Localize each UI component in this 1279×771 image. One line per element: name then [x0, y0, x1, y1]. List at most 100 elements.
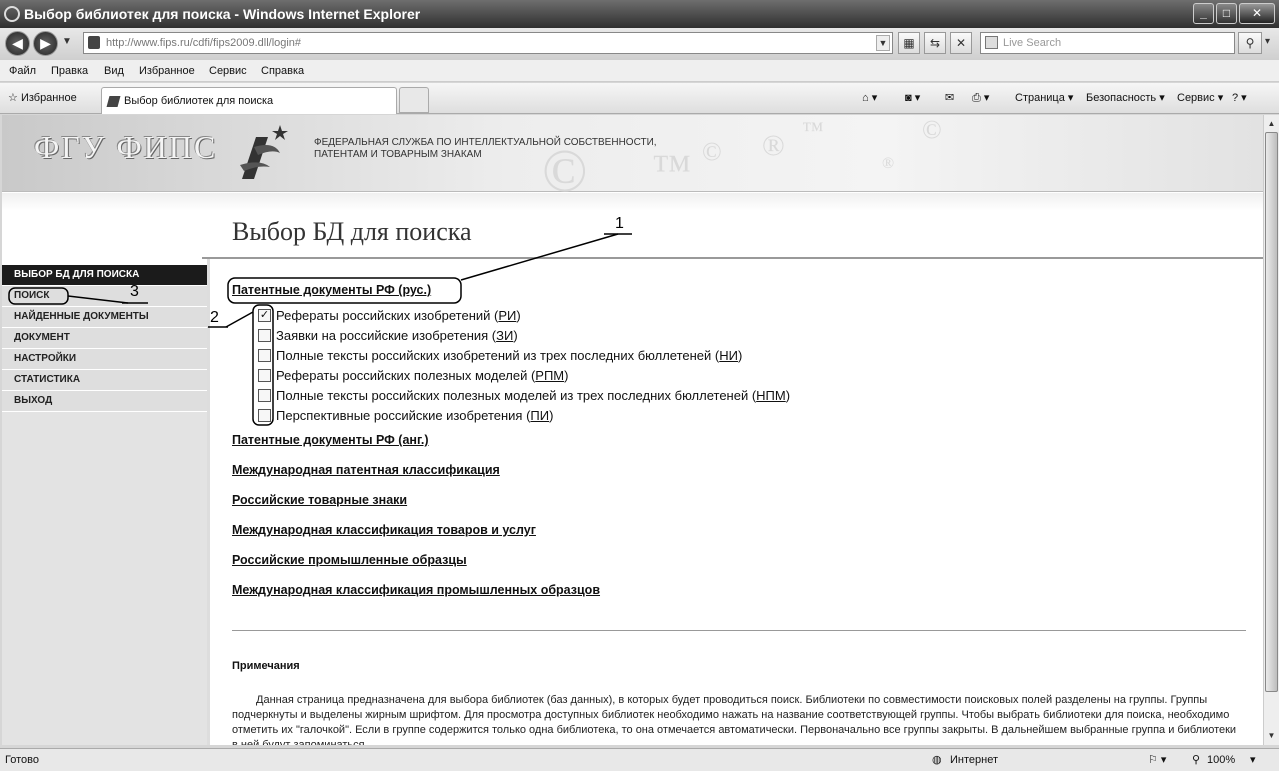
- back-button[interactable]: ◀: [5, 31, 30, 56]
- db-label-ni: Полные тексты российских изобретений из …: [276, 347, 742, 364]
- sidebar-item-settings[interactable]: НАСТРОЙКИ: [2, 349, 207, 370]
- menu-view[interactable]: Вид: [104, 60, 124, 82]
- menu-edit[interactable]: Правка: [51, 60, 88, 82]
- db-code-link-pi[interactable]: ПИ: [530, 408, 549, 423]
- db-code-link-rpm[interactable]: РПМ: [535, 368, 564, 383]
- menu-help[interactable]: Справка: [261, 60, 304, 82]
- new-tab-button[interactable]: [399, 87, 429, 113]
- minimize-button[interactable]: _: [1193, 3, 1214, 24]
- registered-watermark-small-icon: ®: [882, 155, 895, 172]
- live-search-icon: [985, 36, 998, 49]
- db-label-close: ): [564, 368, 569, 383]
- db-code-link-zi[interactable]: ЗИ: [496, 328, 513, 343]
- notes-body: Данная страница предназначена для выбора…: [232, 694, 1237, 745]
- tab-title: Выбор библиотек для поиска: [124, 95, 274, 107]
- agency-line-1: ФЕДЕРАЛЬНАЯ СЛУЖБА ПО ИНТЕЛЛЕКТУАЛЬНОЙ С…: [314, 137, 657, 148]
- db-checkbox-ri[interactable]: ✓: [258, 309, 271, 322]
- menu-favorites[interactable]: Избранное: [139, 60, 195, 82]
- help-icon[interactable]: ? ▾: [1232, 91, 1247, 105]
- zoom-level[interactable]: 100%: [1207, 749, 1235, 771]
- page-title: Выбор БД для поиска: [232, 217, 472, 246]
- print-icon[interactable]: ⎙ ▾: [972, 91, 989, 105]
- favorites-button[interactable]: ☆ Избранное: [8, 91, 77, 105]
- stop-icon[interactable]: ✕: [950, 32, 972, 54]
- zoom-icon[interactable]: ⚲: [1192, 749, 1200, 771]
- sidebar-item-found-docs[interactable]: НАЙДЕННЫЕ ДОКУМЕНТЫ: [2, 307, 207, 328]
- trademark-watermark-icon: ™: [652, 146, 692, 191]
- scroll-up-icon[interactable]: ▲: [1265, 116, 1278, 131]
- db-label-close: ): [516, 308, 521, 323]
- tools-menu[interactable]: Сервис ▾: [1177, 91, 1223, 105]
- db-label-close: ): [785, 388, 791, 403]
- protected-mode-icon[interactable]: ⚐ ▾: [1148, 749, 1166, 771]
- mail-icon[interactable]: ✉: [945, 91, 954, 105]
- group-link-rus-patents[interactable]: Патентные документы РФ (рус.): [232, 283, 431, 297]
- sidebar-item-statistics[interactable]: СТАТИСТИКА: [2, 370, 207, 391]
- address-field[interactable]: http://www.fips.ru/cdfi/fips2009.dll/log…: [83, 32, 893, 54]
- db-checkbox-npm[interactable]: [258, 389, 271, 402]
- fips-emblem-icon: [240, 125, 288, 179]
- site-logo: ФГУ ФИПС: [34, 129, 218, 165]
- history-dropdown-icon[interactable]: ▼: [62, 36, 72, 47]
- registered-watermark-icon: ®: [762, 129, 785, 162]
- db-checkbox-pi[interactable]: [258, 409, 271, 422]
- scroll-down-icon[interactable]: ▼: [1265, 728, 1278, 743]
- search-options-icon[interactable]: ▾: [1265, 36, 1270, 47]
- sidebar-item-exit[interactable]: ВЫХОД: [2, 391, 207, 412]
- menu-bar: Файл Правка Вид Избранное Сервис Справка: [0, 60, 1279, 82]
- tab-active[interactable]: Выбор библиотек для поиска: [101, 87, 397, 114]
- security-menu-label: Безопасность: [1086, 92, 1157, 104]
- db-label-close: ): [737, 348, 743, 363]
- sidebar-item-search[interactable]: ПОИСК: [2, 286, 207, 307]
- scroll-thumb[interactable]: [1265, 132, 1278, 692]
- annotation-3: 3: [130, 283, 139, 300]
- db-checkbox-ni[interactable]: [258, 349, 271, 362]
- group-link-eng-patents[interactable]: Патентные документы РФ (анг.): [232, 433, 429, 447]
- window-title: Выбор библиотек для поиска - Windows Int…: [24, 6, 421, 22]
- check-icon: ✓: [259, 309, 270, 321]
- db-label-text: Рефераты российских полезных моделей (: [276, 368, 536, 383]
- status-text: Готово: [5, 754, 39, 766]
- copyright-watermark-right-icon: ©: [922, 115, 942, 144]
- banner-band: [2, 193, 1263, 211]
- refresh-icon[interactable]: ⇆: [924, 32, 946, 54]
- home-icon[interactable]: ⌂ ▾: [862, 91, 877, 105]
- zoom-dropdown-icon[interactable]: ▾: [1250, 749, 1256, 771]
- feeds-icon[interactable]: ◙ ▾: [905, 91, 920, 105]
- security-menu[interactable]: Безопасность ▾: [1086, 91, 1165, 105]
- db-label-close: ): [513, 328, 518, 343]
- db-code-link-ni[interactable]: НИ: [719, 348, 738, 363]
- search-input[interactable]: Live Search: [980, 32, 1235, 54]
- db-code-link-npm[interactable]: НПМ: [756, 388, 786, 403]
- menu-file[interactable]: Файл: [9, 60, 36, 82]
- zone-label: Интернет: [950, 754, 998, 766]
- db-checkbox-rpm[interactable]: [258, 369, 271, 382]
- forward-button[interactable]: ▶: [33, 31, 58, 56]
- db-label-ri: Рефераты российских изобретений (РИ): [276, 307, 521, 324]
- db-label-text: Перспективные российские изобретения (: [276, 408, 531, 423]
- agency-name: ФЕДЕРАЛЬНАЯ СЛУЖБА ПО ИНТЕЛЛЕКТУАЛЬНОЙ С…: [314, 137, 657, 161]
- compatibility-view-icon[interactable]: ▦: [898, 32, 920, 54]
- group-link-designs-classification[interactable]: Международная классификация промышленных…: [232, 583, 600, 597]
- content-divider: [232, 630, 1246, 631]
- db-code-link-ri[interactable]: РИ: [498, 308, 516, 323]
- group-link-trademarks[interactable]: Российские товарные знаки: [232, 493, 407, 507]
- db-checkbox-zi[interactable]: [258, 329, 271, 342]
- db-label-text: Рефераты российских изобретений (: [276, 308, 499, 323]
- db-label-text: Полные тексты российских полезных моделе…: [276, 388, 757, 403]
- sidebar-item-document[interactable]: ДОКУМЕНТ: [2, 328, 207, 349]
- page-menu[interactable]: Страница ▾: [1015, 91, 1073, 105]
- search-button[interactable]: ⚲: [1238, 32, 1262, 54]
- sidebar: ВЫБОР БД ДЛЯ ПОИСКА ПОИСК НАЙДЕННЫЕ ДОКУ…: [2, 265, 207, 745]
- maximize-button[interactable]: □: [1216, 3, 1237, 24]
- site-banner: ФГУ ФИПС ФЕДЕРАЛЬНАЯ СЛУЖБА ПО ИНТЕЛЛЕКТ…: [2, 115, 1263, 204]
- vertical-scrollbar[interactable]: ▲ ▼: [1263, 115, 1279, 745]
- group-link-industrial-designs[interactable]: Российские промышленные образцы: [232, 553, 467, 567]
- menu-tools[interactable]: Сервис: [209, 60, 247, 82]
- address-dropdown-icon[interactable]: ▼: [876, 35, 890, 51]
- group-link-goods-classification[interactable]: Международная классификация товаров и ус…: [232, 523, 536, 537]
- sidebar-item-db-select[interactable]: ВЫБОР БД ДЛЯ ПОИСКА: [2, 265, 207, 286]
- group-link-ipc[interactable]: Международная патентная классификация: [232, 463, 500, 477]
- close-button[interactable]: ✕: [1239, 3, 1275, 24]
- db-label-text: Полные тексты российских изобретений из …: [276, 348, 720, 363]
